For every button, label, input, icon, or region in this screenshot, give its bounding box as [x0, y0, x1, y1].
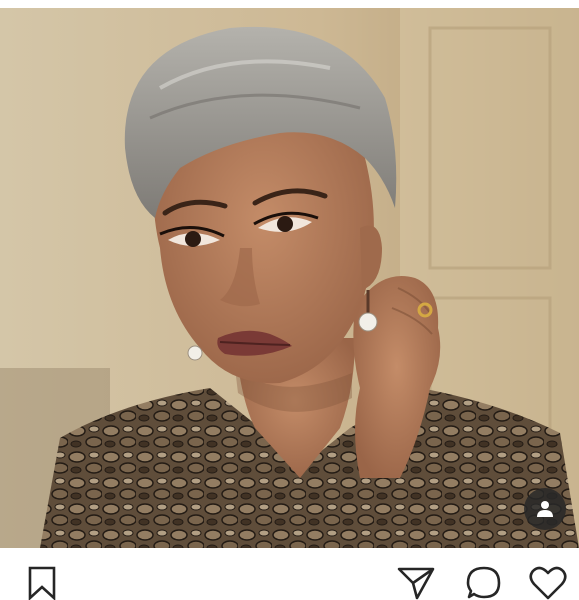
- person-icon: [535, 499, 555, 519]
- comment-button[interactable]: [466, 566, 502, 600]
- send-icon: [397, 566, 435, 600]
- heart-icon: [529, 566, 567, 600]
- instagram-post: [0, 0, 579, 600]
- tag-people-button[interactable]: [524, 488, 566, 530]
- post-photo[interactable]: [0, 8, 579, 548]
- post-action-bar: [0, 548, 579, 600]
- comment-icon: [466, 566, 502, 600]
- share-button[interactable]: [397, 566, 435, 600]
- bookmark-icon: [25, 566, 59, 600]
- like-button[interactable]: [529, 566, 567, 600]
- save-button[interactable]: [24, 566, 60, 600]
